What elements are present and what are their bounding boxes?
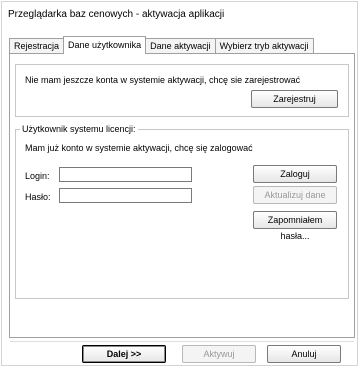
login-label: Login: — [25, 171, 50, 181]
tab-rejestracja[interactable]: Rejestracja — [9, 38, 65, 53]
license-user-group: Użytkownik systemu licencji: Mam już kon… — [15, 124, 349, 299]
window-title: Przeglądarka baz cenowych - aktywacja ap… — [8, 9, 225, 20]
login-button[interactable]: Zaloguj — [253, 165, 337, 183]
group-title: Użytkownik systemu licencji: — [20, 124, 138, 134]
next-button[interactable]: Dalej >> — [82, 345, 166, 363]
update-data-button[interactable]: Aktualizuj dane — [253, 186, 337, 204]
tab-dane-aktywacji[interactable]: Dane aktywacji — [145, 38, 216, 53]
tab-strip: Rejestracja Dane użytkownika Dane aktywa… — [9, 36, 314, 54]
register-message: Nie mam jeszcze konta w systemie aktywac… — [25, 75, 301, 85]
register-box: Nie mam jeszcze konta w systemie aktywac… — [15, 64, 349, 117]
login-input[interactable] — [59, 167, 192, 182]
activate-button[interactable]: Aktywuj — [182, 345, 256, 363]
cancel-button[interactable]: Anuluj — [267, 345, 341, 363]
activation-dialog: Przeglądarka baz cenowych - aktywacja ap… — [1, 1, 358, 366]
password-input[interactable] — [59, 188, 192, 203]
password-label: Hasło: — [25, 192, 51, 202]
footer-separator — [10, 341, 354, 342]
tab-wybierz-tryb-aktywacji[interactable]: Wybierz tryb aktywacji — [214, 38, 314, 53]
register-button[interactable]: Zarejestruj — [251, 90, 338, 108]
login-message: Mam już konto w systemie aktywacji, chcę… — [25, 143, 253, 153]
forgot-password-button[interactable]: Zapomniałem hasła... — [253, 211, 337, 241]
tab-dane-uzytkownika[interactable]: Dane użytkownika — [63, 36, 147, 54]
tab-panel: Nie mam jeszcze konta w systemie aktywac… — [9, 53, 355, 338]
